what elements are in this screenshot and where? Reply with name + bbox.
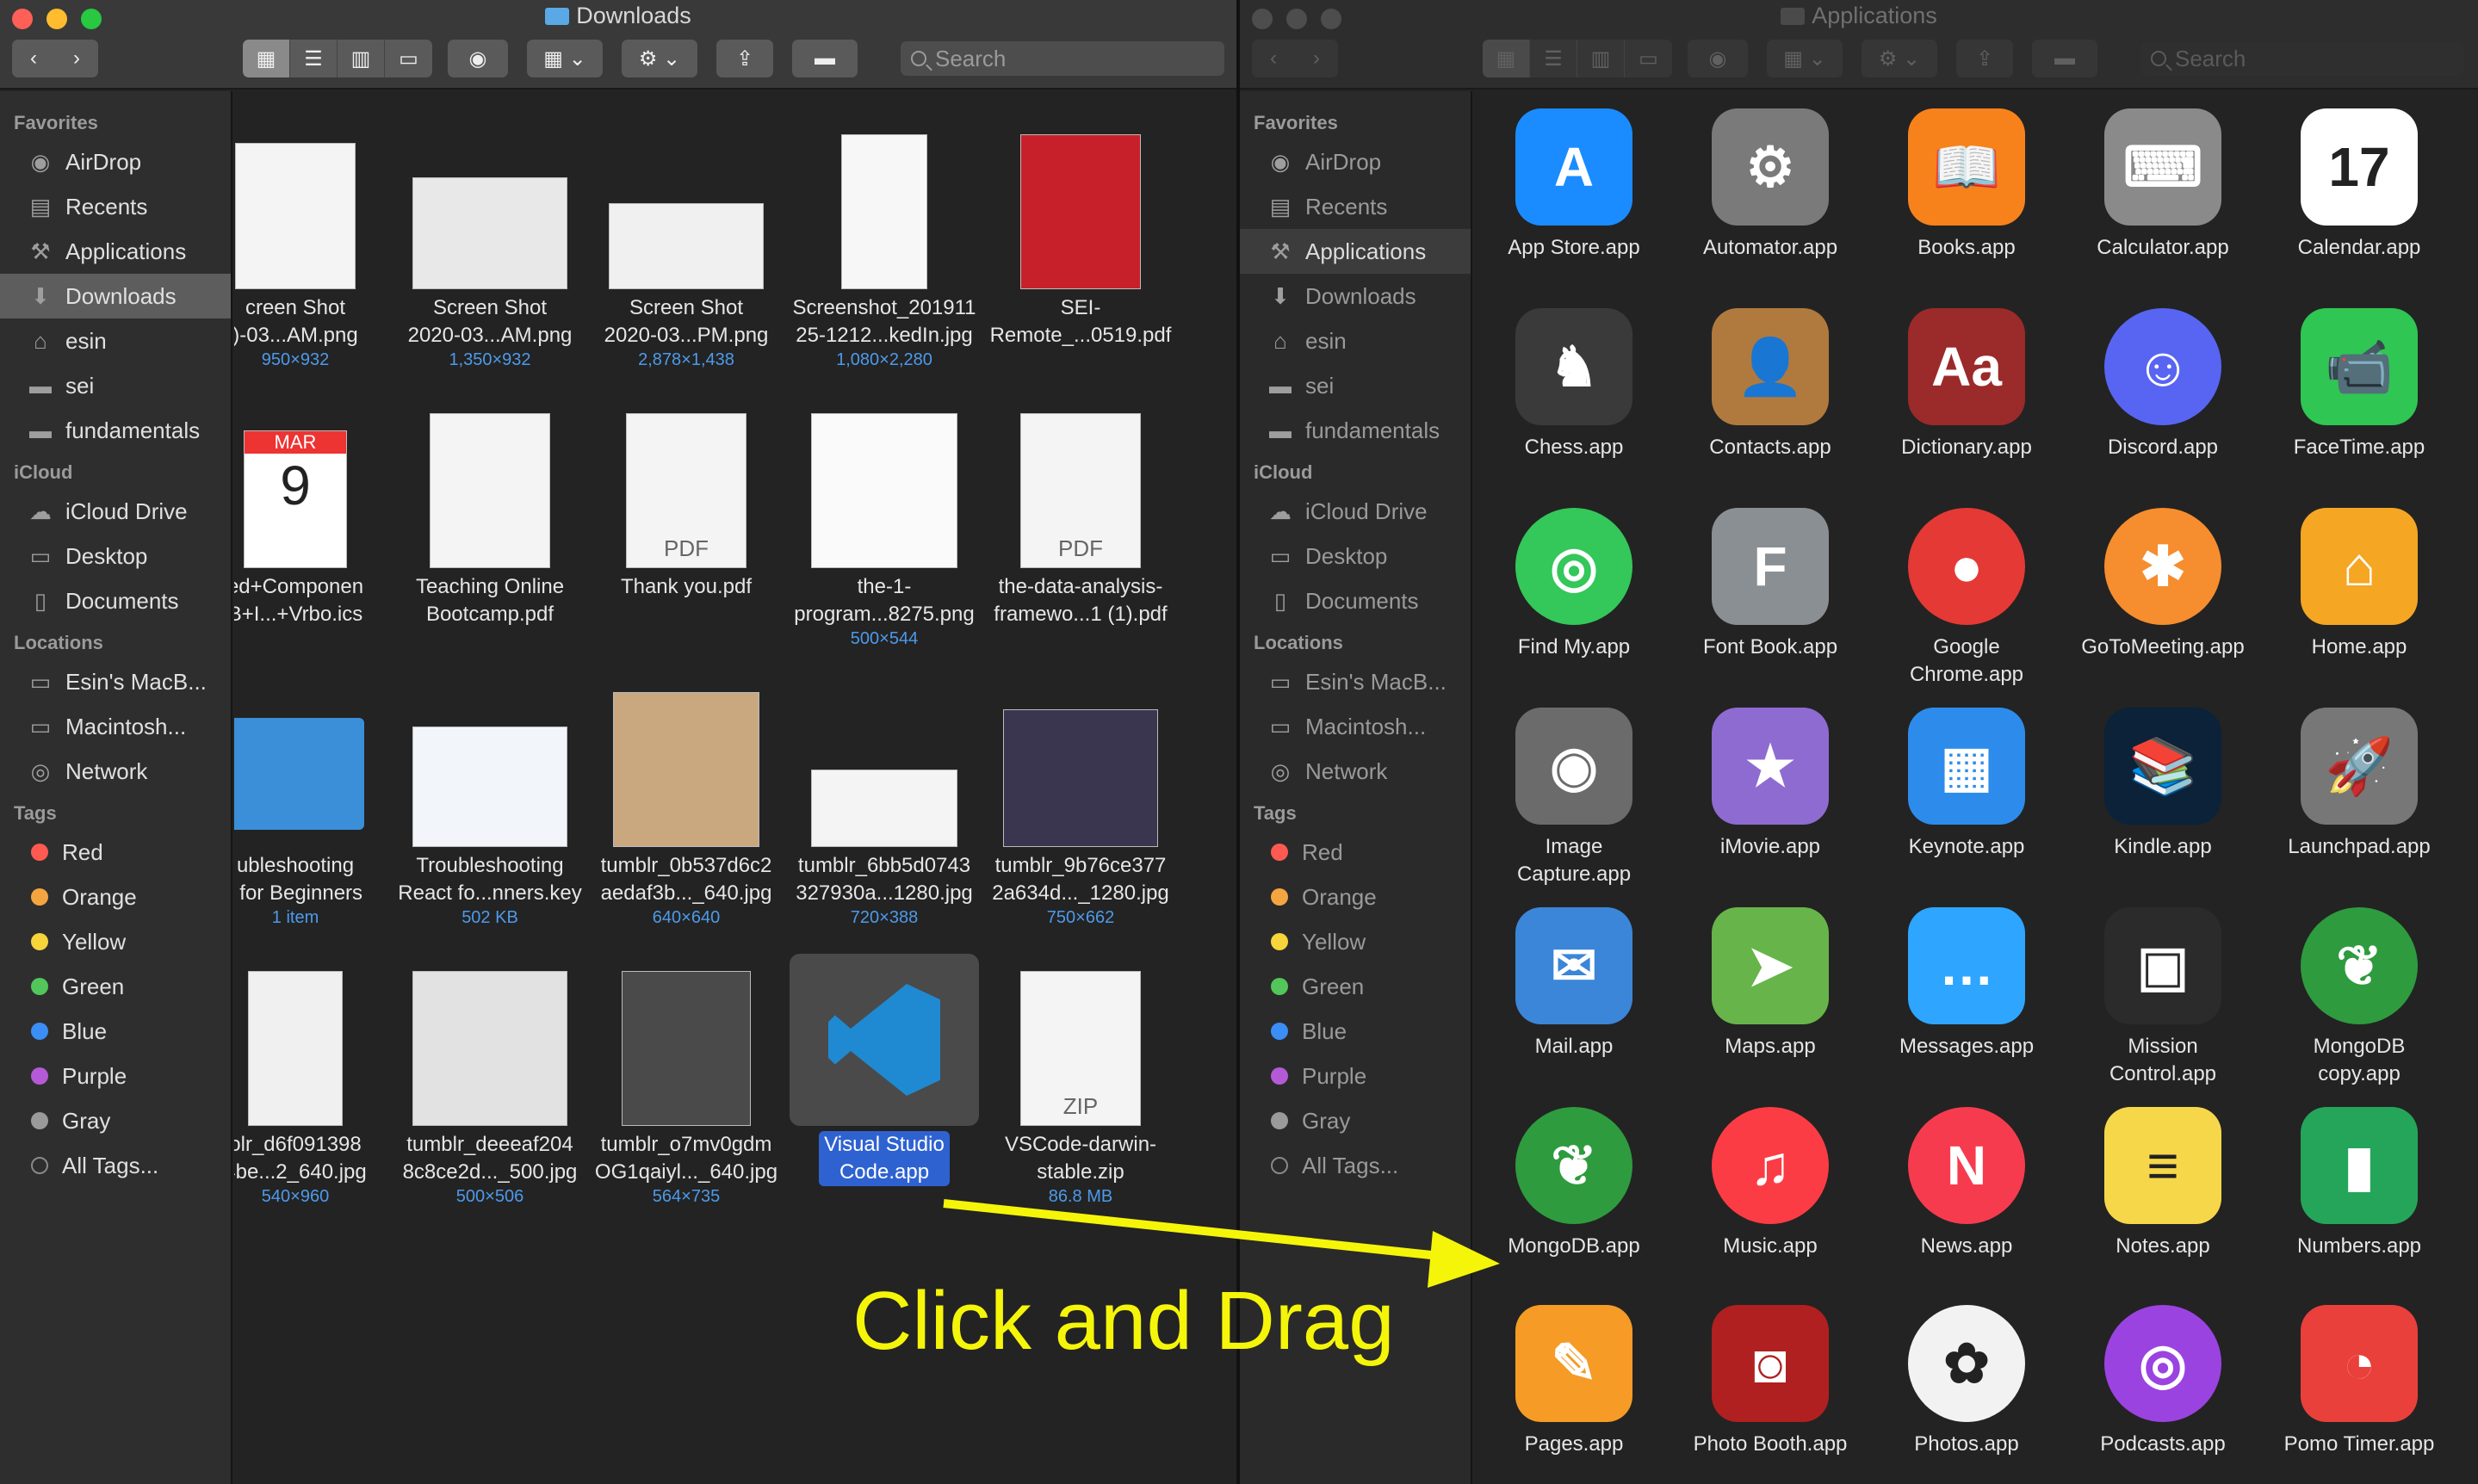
drag-arrow — [943, 1199, 1500, 1288]
drag-arrow-head — [1428, 1231, 1500, 1288]
annotation-text: Click and Drag — [852, 1275, 1395, 1367]
drag-arrow-line — [943, 1199, 1465, 1263]
